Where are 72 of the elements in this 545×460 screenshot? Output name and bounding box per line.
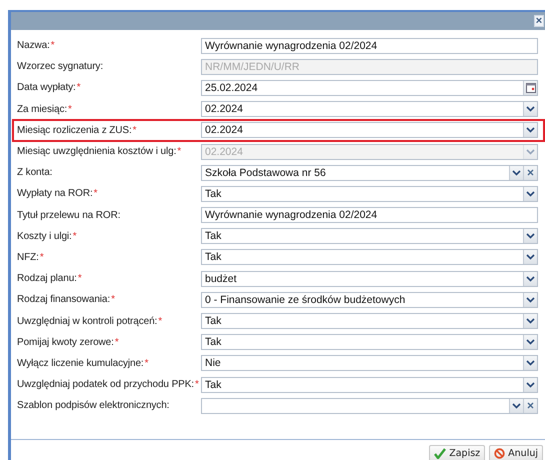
field-label: Za miesiąc:* [17, 104, 73, 115]
dropdown-field[interactable]: Tak [201, 313, 538, 330]
clear-icon [527, 169, 534, 176]
dropdown-field[interactable]: Tak [201, 376, 538, 393]
field-label: Rodzaj planu:* [17, 273, 83, 284]
clear-button[interactable] [523, 166, 537, 180]
save-button[interactable]: Zapisz [429, 445, 486, 460]
chevron-down-icon [526, 233, 535, 240]
chevron-down-icon [526, 318, 535, 324]
dropdown-button[interactable] [523, 335, 537, 350]
dropdown-field[interactable]: 02.2024 [201, 101, 538, 118]
dropdown-field[interactable]: Tak [201, 249, 538, 266]
dropdown-button[interactable] [523, 102, 537, 116]
clear-button[interactable] [523, 398, 537, 413]
chevron-down-icon [526, 296, 535, 303]
chevron-down-icon [526, 127, 535, 134]
chevron-down-icon [512, 402, 521, 409]
field-label: NFZ:* [17, 252, 45, 263]
chevron-down-icon [526, 254, 535, 260]
dropdown-button[interactable] [523, 378, 537, 392]
field-label: Uwzględniaj podatek od przychodu PPK:* [17, 379, 200, 390]
dropdown-button[interactable] [523, 229, 537, 244]
dropdown-button[interactable] [509, 398, 523, 413]
dropdown-field[interactable]: Nie [201, 355, 538, 372]
chevron-down-icon [526, 382, 535, 388]
dropdown-button[interactable] [523, 292, 537, 307]
clear-icon [527, 402, 534, 410]
calendar-button[interactable] [523, 80, 537, 95]
dropdown-field[interactable]: Tak [201, 228, 538, 244]
cancel-button[interactable]: Anuluj [489, 445, 543, 460]
field-label: Wypłaty na ROR:* [17, 188, 98, 200]
field-label: Pomijaj kwoty zerowe:* [17, 336, 120, 348]
chevron-down-icon [526, 339, 535, 346]
dropdown-button[interactable] [523, 186, 537, 201]
field-label: Tytuł przelewu na ROR: [17, 210, 122, 221]
field-label: Data wypłaty:* [17, 82, 82, 94]
dropdown-button[interactable] [523, 314, 537, 328]
field-label: Koszty i ulgi:* [17, 230, 78, 242]
chevron-down-icon [526, 190, 535, 197]
chevron-down-icon [526, 360, 535, 366]
text-field[interactable]: Wyrównanie wynagrodzenia 02/2024 [201, 207, 538, 224]
dropdown-field[interactable] [201, 398, 538, 414]
field-label: Miesiąc uwzględnienia kosztów i ulg:* [17, 146, 182, 158]
dropdown-button[interactable] [523, 123, 537, 138]
dropdown-button[interactable] [523, 356, 537, 370]
dropdown-field[interactable]: Szkoła Podstawowa nr 56 [201, 164, 538, 181]
dropdown-field[interactable]: 02.2024 [201, 122, 538, 138]
dropdown-field[interactable]: 0 - Finansowanie ze środków budżetowych [201, 292, 538, 308]
dropdown-button[interactable] [523, 250, 537, 264]
dropdown-field[interactable]: Tak [201, 334, 538, 350]
field-label: Wyłącz liczenie kumulacyjne:* [17, 358, 150, 369]
checkmark-icon [434, 448, 446, 459]
close-button[interactable]: × [534, 15, 544, 27]
calendar-icon [526, 82, 536, 93]
dropdown-field[interactable]: budżet [201, 270, 538, 287]
chevron-down-icon [512, 170, 521, 176]
date-field[interactable]: 25.02.2024 [201, 80, 538, 96]
text-field[interactable]: Wyrównanie wynagrodzenia 02/2024 [201, 38, 538, 54]
dropdown-field[interactable]: Tak [201, 186, 538, 202]
field-label: Uwzględniaj w kontroli potrąceń:* [17, 316, 164, 327]
field-label: Z konta: [17, 167, 54, 178]
field-label: Miesiąc rozliczenia z ZUS:* [17, 124, 138, 136]
chevron-down-icon [526, 106, 535, 112]
chevron-down-icon [526, 276, 535, 282]
field-label: Rodzaj finansowania:* [17, 294, 116, 306]
field-label: Nazwa:* [17, 40, 56, 52]
chevron-down-icon [526, 148, 535, 155]
field-label: Wzorzec sygnatury: [17, 61, 104, 72]
dropdown-button[interactable] [523, 272, 537, 286]
field-label: Szablon podpisów elektronicznych: [17, 400, 170, 412]
dropdown-button[interactable] [509, 166, 523, 180]
no-entry-icon [494, 448, 506, 459]
